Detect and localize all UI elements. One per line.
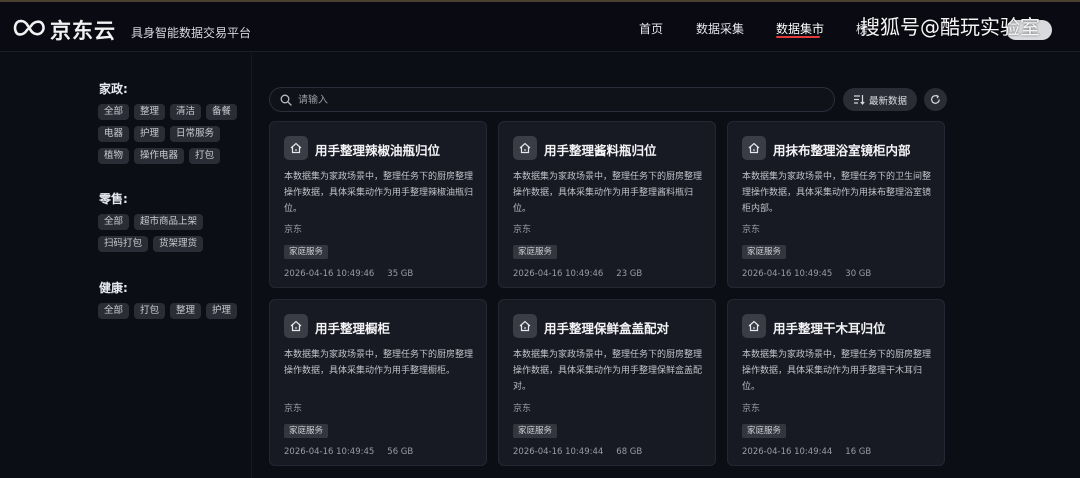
card-date: 2026-04-16 10:49:46 [513, 269, 604, 279]
filter-tag[interactable]: 备餐 [206, 104, 238, 120]
filter-tag[interactable]: 植物 [98, 148, 130, 164]
top-nav-bar: 京东云 具身智能数据交易平台 首页 数据采集 数据集市 榜 搜狐号@酷玩实验室 [0, 0, 1080, 52]
card-size: 68 GB [616, 447, 643, 457]
card-description: 本数据集为家政场景中，整理任务下的厨房整理操作数据，具体采集动作为用手整理橱柜。 [284, 350, 474, 376]
card-title: 用手整理酱料瓶归位 [544, 143, 657, 158]
search-input[interactable] [298, 92, 818, 108]
active-nav-underline [776, 36, 820, 38]
tag-row: 全部 打包 整理 护理 [98, 303, 238, 319]
card-title: 用手整理干木耳归位 [773, 321, 886, 336]
card-description: 本数据集为家政场景中，整理任务下的厨房整理操作数据，具体采集动作为用手整理保鲜盒… [513, 350, 703, 392]
card-tag: 家庭服务 [742, 424, 787, 438]
home-icon [742, 136, 766, 160]
search-icon [280, 94, 292, 106]
card-size: 23 GB [616, 269, 643, 279]
sort-label: 最新数据 [869, 96, 908, 107]
card-description: 本数据集为家政场景中，整理任务下的厨房整理操作数据，具体采集动作为用手整理干木耳… [742, 350, 932, 392]
filter-tag[interactable]: 日常服务 [170, 126, 221, 142]
sort-latest-button[interactable]: 最新数据 [843, 88, 917, 111]
card-title: 用手整理辣椒油瓶归位 [315, 143, 441, 158]
home-icon [742, 314, 766, 338]
card-meta: 2026-04-16 10:49:44 16 GB [742, 447, 871, 457]
card-source: 京东 [513, 225, 532, 235]
card-size: 16 GB [845, 447, 872, 457]
card-tag: 家庭服务 [742, 245, 787, 259]
card-meta: 2026-04-16 10:49:46 23 GB [513, 269, 642, 279]
card-source: 京东 [284, 225, 303, 235]
card-description: 本数据集为家政场景中，整理任务下的厨房整理操作数据，具体采集动作为用手整理酱料瓶… [513, 172, 703, 214]
platform-subtitle: 具身智能数据交易平台 [131, 26, 252, 40]
dataset-card[interactable]: 用手整理保鲜盒盖配对 本数据集为家政场景中，整理任务下的厨房整理操作数据，具体采… [498, 299, 716, 466]
jdcloud-logo-icon[interactable] [12, 18, 46, 38]
filter-tag[interactable]: 整理 [134, 104, 166, 120]
home-icon [284, 314, 308, 338]
card-meta: 2026-04-16 10:49:45 30 GB [742, 269, 871, 279]
card-tag: 家庭服务 [284, 245, 329, 259]
category-title-retail: 零售: [99, 192, 128, 206]
home-icon [284, 136, 308, 160]
filter-tag[interactable]: 打包 [189, 148, 221, 164]
card-size: 35 GB [387, 269, 414, 279]
watermark-text: 搜狐号@酷玩实验室 [860, 15, 1040, 39]
card-tag: 家庭服务 [284, 424, 329, 438]
card-source: 京东 [742, 225, 761, 235]
dataset-card[interactable]: 用手整理酱料瓶归位 本数据集为家政场景中，整理任务下的厨房整理操作数据，具体采集… [498, 121, 716, 288]
dataset-card[interactable]: 用手整理干木耳归位 本数据集为家政场景中，整理任务下的厨房整理操作数据，具体采集… [727, 299, 945, 466]
category-title-health: 健康: [99, 281, 128, 295]
refresh-icon [931, 94, 940, 104]
filter-tag[interactable]: 打包 [134, 303, 166, 319]
filter-tag[interactable]: 护理 [206, 303, 238, 319]
dataset-card[interactable]: 用手整理辣椒油瓶归位 本数据集为家政场景中，整理任务下的厨房整理操作数据，具体采… [269, 121, 487, 288]
filter-tag[interactable]: 货架理货 [153, 236, 204, 252]
card-size: 56 GB [387, 447, 414, 457]
card-description: 本数据集为家政场景中，整理任务下的厨房整理操作数据，具体采集动作为用手整理辣椒油… [284, 172, 474, 214]
filter-tag[interactable]: 扫码打包 [98, 236, 149, 252]
tag-row: 扫码打包 货架理货 [98, 236, 204, 252]
dataset-card[interactable]: 用手整理橱柜 本数据集为家政场景中，整理任务下的厨房整理操作数据，具体采集动作为… [269, 299, 487, 466]
filter-tag[interactable]: 全部 [98, 303, 130, 319]
card-size: 30 GB [845, 269, 872, 279]
filter-tag[interactable]: 操作电器 [134, 148, 185, 164]
card-meta: 2026-04-16 10:49:45 56 GB [284, 447, 413, 457]
card-date: 2026-04-16 10:49:44 [513, 447, 604, 457]
search-bar[interactable] [269, 87, 835, 112]
nav-data-market[interactable]: 数据集市 [776, 20, 824, 37]
card-date: 2026-04-16 10:49:45 [742, 269, 833, 279]
tag-row: 全部 超市商品上架 [98, 214, 204, 230]
home-icon [513, 136, 537, 160]
tag-row: 植物 操作电器 打包 [98, 148, 221, 164]
card-meta: 2026-04-16 10:49:46 35 GB [284, 269, 413, 279]
filter-tag[interactable]: 全部 [98, 104, 130, 120]
card-date: 2026-04-16 10:49:44 [742, 447, 833, 457]
card-title: 用手整理橱柜 [315, 321, 391, 336]
card-description: 本数据集为家政场景中，整理任务下的卫生间整理操作数据，具体采集动作为用抹布整理浴… [742, 172, 932, 214]
filter-tag[interactable]: 全部 [98, 214, 130, 230]
card-title: 用抹布整理浴室镜柜内部 [773, 143, 911, 158]
card-tag: 家庭服务 [513, 424, 558, 438]
dataset-card[interactable]: 用抹布整理浴室镜柜内部 本数据集为家政场景中，整理任务下的卫生间整理操作数据，具… [727, 121, 945, 288]
card-title: 用手整理保鲜盒盖配对 [544, 321, 670, 336]
category-title-housekeeping: 家政: [99, 82, 128, 96]
sort-icon [854, 95, 865, 105]
tag-row: 全部 整理 清洁 备餐 [98, 104, 238, 120]
card-source: 京东 [742, 404, 761, 414]
refresh-button[interactable] [924, 88, 947, 111]
card-date: 2026-04-16 10:49:46 [284, 269, 375, 279]
card-meta: 2026-04-16 10:49:44 68 GB [513, 447, 642, 457]
filter-tag[interactable]: 超市商品上架 [134, 214, 204, 230]
tag-row: 电器 护理 日常服务 [98, 126, 221, 142]
filter-tag[interactable]: 整理 [170, 303, 202, 319]
nav-home[interactable]: 首页 [639, 20, 663, 37]
card-date: 2026-04-16 10:49:45 [284, 447, 375, 457]
filter-tag[interactable]: 清洁 [170, 104, 202, 120]
card-tag: 家庭服务 [513, 245, 558, 259]
filter-tag[interactable]: 护理 [134, 126, 166, 142]
nav-data-collection[interactable]: 数据采集 [696, 20, 744, 37]
home-icon [513, 314, 537, 338]
logo-text[interactable]: 京东云 [50, 15, 116, 45]
card-source: 京东 [284, 404, 303, 414]
filter-tag[interactable]: 电器 [98, 126, 130, 142]
card-source: 京东 [513, 404, 532, 414]
